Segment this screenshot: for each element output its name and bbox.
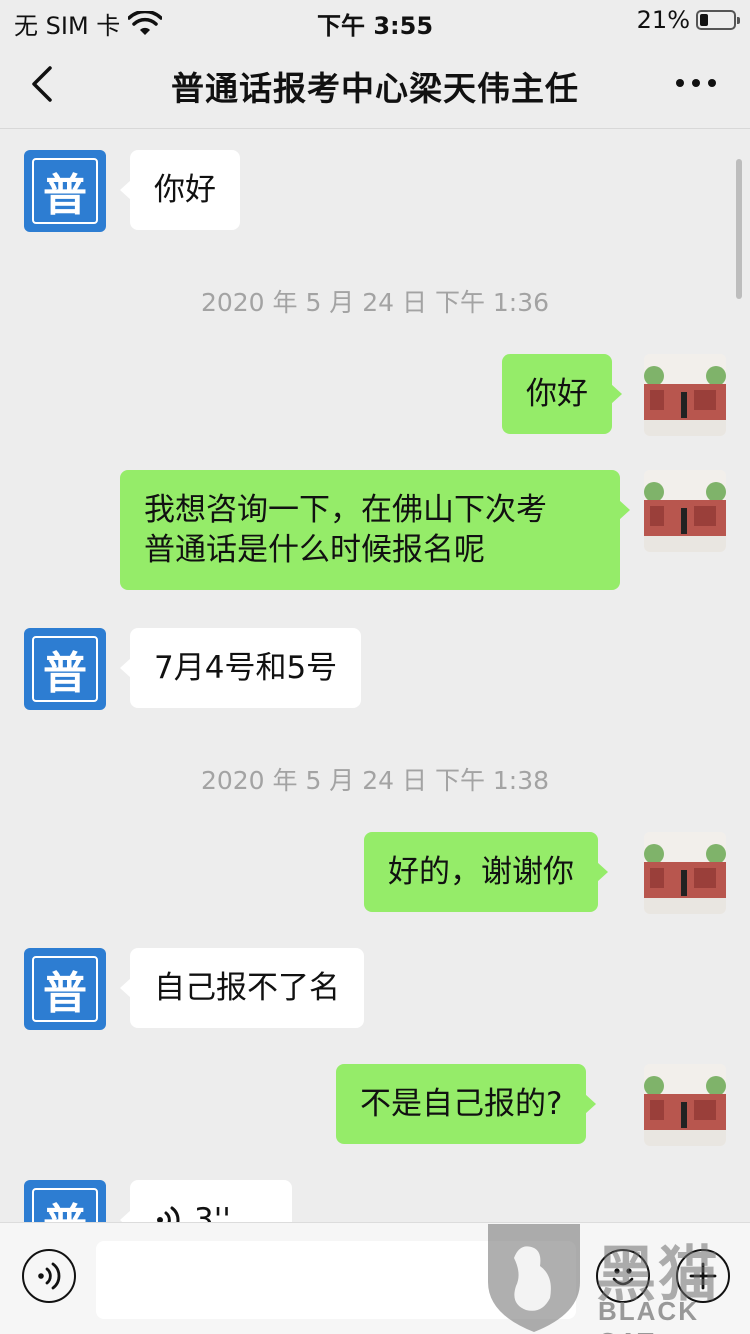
more-button[interactable] [676,76,716,90]
more-dot [708,79,716,87]
user-photo-icon [644,470,726,552]
status-bar: 无 SIM 卡 下午 3:55 21% [0,0,750,40]
more-dot [692,79,700,87]
user-photo-icon [644,354,726,436]
message-bubble-received[interactable]: 你好 [120,150,240,230]
contact-avatar[interactable]: 普 [24,948,106,1030]
message-text: 你好 [154,172,216,208]
message-text: 不是自己报的? [360,1086,563,1122]
voice-toggle-button[interactable] [22,1249,76,1303]
emoji-button[interactable] [596,1249,650,1303]
message-bubble-received[interactable]: 7月4号和5号 [119,628,362,708]
voice-wave-icon [157,1206,180,1222]
message-text: 你好 [526,376,588,412]
user-avatar[interactable] [644,470,726,552]
battery-percent: 21% [636,6,690,34]
emoji-icon [612,1268,634,1286]
plus-icon [689,1262,717,1290]
chat-title: 普通话报考中心梁天伟主任 [171,69,579,108]
nav-bar: 普通话报考中心梁天伟主任 [0,40,750,128]
message-text: 好的，谢谢你 [388,854,574,890]
battery-status: 21% [636,6,740,34]
message-text-line: 我想咨询一下，在佛山下次考 [144,492,547,528]
contact-avatar[interactable]: 普 [24,628,106,710]
contact-avatar[interactable]: 普 [24,150,106,232]
contact-avatar[interactable]: 普 [24,1180,106,1222]
voice-toggle-icon [38,1262,61,1290]
user-avatar[interactable] [644,354,726,436]
user-photo-icon [644,832,726,914]
more-dot [676,79,684,87]
message-bubble-sent[interactable]: 不是自己报的? [336,1064,597,1144]
message-text: 7月4号和5号 [154,650,338,686]
message-input[interactable] [96,1241,576,1319]
user-avatar[interactable] [644,832,726,914]
input-bar [0,1222,750,1334]
avatar-char: 普 [32,956,98,1022]
message-timestamp: 2020 年 5 月 24 日 下午 1:38 [200,766,550,795]
message-bubble-sent[interactable]: 我想咨询一下，在佛山下次考 普通话是什么时候报名呢 [120,470,630,590]
plus-button[interactable] [676,1249,730,1303]
message-timestamp: 2020 年 5 月 24 日 下午 1:36 [200,288,550,317]
voice-message-bubble[interactable]: 3'' [120,1180,292,1222]
avatar-char: 普 [32,158,98,224]
user-avatar[interactable] [644,1064,726,1146]
message-text-line: 普通话是什么时候报名呢 [144,532,485,568]
chat-area[interactable]: 普 你好 2020 年 5 月 24 日 下午 1:36 你好 我想咨询一下，在… [0,129,750,1222]
message-text: 自己报不了名 [154,970,340,1006]
message-bubble-sent[interactable]: 你好 [502,354,622,434]
message-bubble-received[interactable]: 自己报不了名 [120,948,364,1028]
scrollbar[interactable] [736,159,742,299]
avatar-char: 普 [32,1188,98,1222]
battery-icon [696,10,740,30]
voice-duration: 3'' [194,1202,231,1222]
user-photo-icon [644,1064,726,1146]
avatar-char: 普 [32,636,98,702]
message-bubble-sent[interactable]: 好的，谢谢你 [364,832,608,912]
